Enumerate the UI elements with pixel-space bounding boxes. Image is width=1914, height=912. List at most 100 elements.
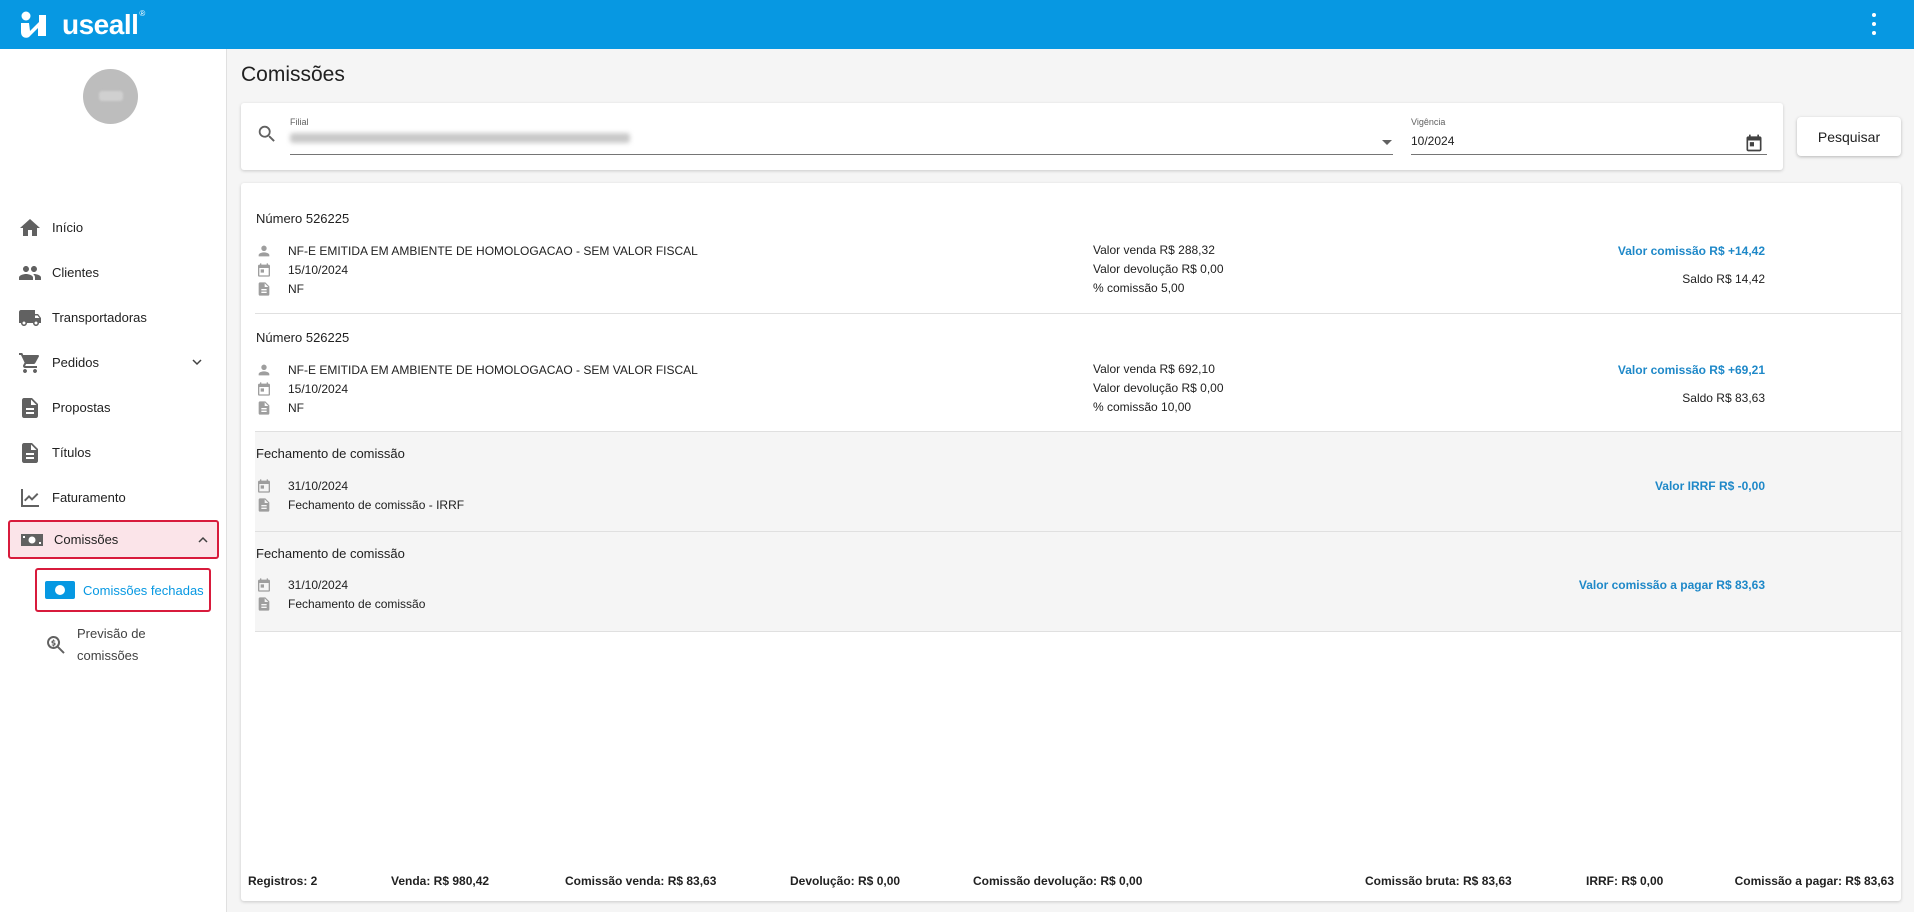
entry-description: NF-E EMITIDA EM AMBIENTE DE HOMOLOGACAO … [288, 244, 698, 258]
calendar-icon [258, 479, 270, 493]
sidebar-item-label: Transportadoras [52, 310, 147, 325]
entry-devolucao: Valor devolução R$ 0,00 [1093, 262, 1224, 276]
entry-title: Número 526225 [256, 330, 350, 345]
home-icon [18, 216, 42, 240]
entry-doc-row: Fechamento de comissão - IRRF [256, 496, 464, 514]
document-icon [258, 282, 270, 296]
sidebar-item-label: Propostas [52, 400, 111, 415]
useall-logo[interactable]: useall® [18, 9, 145, 41]
entry-title: Fechamento de comissão [256, 446, 405, 461]
chevron-up-icon[interactable] [197, 534, 209, 546]
total-registros: Registros: 2 [248, 874, 318, 888]
money-icon [45, 581, 75, 599]
sidebar-item-clientes[interactable]: Clientes [0, 250, 227, 295]
sidebar: Início Clientes Transportadoras Pedidos … [0, 49, 227, 912]
chevron-down-icon[interactable] [191, 356, 203, 368]
entry-values: Valor venda R$ 288,32 Valor devolução R$… [1093, 241, 1224, 298]
sidebar-subitem-label: Previsão de comissões [77, 626, 146, 663]
list-item[interactable]: Número 526225 NF-E EMITIDA EM AMBIENTE D… [255, 183, 1901, 314]
calendar-icon[interactable] [1744, 133, 1764, 153]
top-bar: useall® [0, 0, 1914, 49]
entry-venda: Valor venda R$ 692,10 [1093, 362, 1215, 376]
sidebar-item-label: Faturamento [52, 490, 126, 505]
total-comissao-venda: Comissão venda: R$ 83,63 [565, 874, 717, 888]
person-icon [258, 245, 270, 257]
entry-venda: Valor venda R$ 288,32 [1093, 243, 1215, 257]
sidebar-item-faturamento[interactable]: Faturamento [0, 475, 227, 520]
entry-irrf-value: Valor IRRF R$ -0,00 [1654, 479, 1765, 493]
sidebar-item-transportadoras[interactable]: Transportadoras [0, 295, 227, 340]
sidebar-item-label: Títulos [52, 445, 92, 460]
document-icon [18, 396, 42, 420]
entry-date-row: 31/10/2024 [256, 477, 348, 495]
document-icon [258, 401, 270, 415]
trending-icon [18, 486, 42, 510]
sidebar-nav: Início Clientes Transportadoras Pedidos … [0, 205, 227, 670]
sidebar-subitem-previsao-comissoes[interactable]: Previsão de comissões [44, 620, 227, 670]
list-item[interactable]: Fechamento de comissão 31/10/2024 Fecham… [255, 432, 1901, 532]
entry-desc-row: NF-E EMITIDA EM AMBIENTE DE HOMOLOGACAO … [256, 242, 698, 260]
document-icon [258, 498, 270, 512]
search-button[interactable]: Pesquisar [1797, 117, 1901, 156]
sidebar-item-label: Clientes [52, 265, 99, 280]
entry-balance: Saldo R$ 14,42 [1682, 272, 1765, 286]
file-icon [18, 441, 42, 465]
total-comissao-pagar: Comissão a pagar: R$ 83,63 [1734, 874, 1894, 888]
filial-underline [290, 154, 1393, 155]
entry-doc-row: NF [256, 399, 304, 417]
cart-icon [18, 351, 42, 375]
entry-percentual: % comissão 5,00 [1093, 281, 1185, 295]
total-devolucao: Devolução: R$ 0,00 [790, 874, 901, 888]
sidebar-item-propostas[interactable]: Propostas [0, 385, 227, 430]
avatar[interactable] [83, 69, 138, 124]
entry-balance: Saldo R$ 83,63 [1682, 391, 1765, 405]
sidebar-subitem-comissoes-fechadas[interactable]: Comissões fechadas [35, 568, 211, 612]
entry-date-row: 15/10/2024 [256, 261, 348, 279]
entry-desc-row: NF-E EMITIDA EM AMBIENTE DE HOMOLOGACAO … [256, 361, 698, 379]
truck-icon [18, 306, 42, 330]
sidebar-item-comissoes[interactable]: Comissões [8, 520, 219, 559]
entry-percentual: % comissão 10,00 [1093, 400, 1192, 414]
totals-footer: Registros: 2 Venda: R$ 980,42 Comissão v… [241, 874, 1901, 892]
filial-dropdown-icon[interactable] [1382, 140, 1392, 145]
document-icon [258, 597, 270, 611]
vigencia-label: Vigência [1411, 117, 1446, 127]
entry-date-row: 31/10/2024 [256, 576, 348, 594]
entry-doc-row: NF [256, 280, 304, 298]
filial-field[interactable] [290, 133, 630, 143]
sidebar-item-titulos[interactable]: Títulos [0, 430, 227, 475]
filter-card: Filial Vigência 10/2024 [241, 103, 1783, 170]
total-venda: Venda: R$ 980,42 [391, 874, 490, 888]
entry-doc: Fechamento de comissão - IRRF [288, 498, 465, 512]
page-title: Comissões [241, 63, 345, 86]
list-item[interactable]: Fechamento de comissão 31/10/2024 Fecham… [255, 532, 1901, 632]
entry-date: 31/10/2024 [288, 578, 349, 592]
entry-devolucao: Valor devolução R$ 0,00 [1093, 381, 1224, 395]
calendar-icon [258, 578, 270, 592]
calendar-icon [258, 382, 270, 396]
commission-list: Número 526225 NF-E EMITIDA EM AMBIENTE D… [241, 183, 1901, 901]
more-options-icon[interactable] [1870, 13, 1878, 35]
entry-title: Número 526225 [256, 211, 350, 226]
useall-logo-icon [21, 11, 46, 38]
search-icon [258, 125, 275, 142]
sidebar-item-label: Pedidos [52, 355, 99, 370]
money-icon [20, 528, 44, 552]
person-icon [258, 364, 270, 376]
entry-doc: Fechamento de comissão [288, 597, 426, 611]
brand-name: useall® [62, 8, 145, 40]
vigencia-field[interactable]: 10/2024 [1411, 134, 1454, 148]
search-money-icon [44, 633, 68, 657]
vigencia-underline [1411, 154, 1767, 155]
entry-date: 31/10/2024 [288, 479, 349, 493]
list-item[interactable]: Número 526225 NF-E EMITIDA EM AMBIENTE D… [255, 314, 1901, 432]
people-icon [18, 261, 42, 285]
entry-title: Fechamento de comissão [256, 546, 405, 561]
sidebar-item-inicio[interactable]: Início [0, 205, 227, 250]
entry-doc: NF [288, 401, 304, 415]
entry-commission-value: Valor comissão R$ +69,21 [1617, 363, 1765, 377]
calendar-icon [258, 263, 270, 277]
sidebar-item-pedidos[interactable]: Pedidos [0, 340, 227, 385]
entry-date-row: 15/10/2024 [256, 380, 348, 398]
entry-doc-row: Fechamento de comissão [256, 595, 425, 613]
